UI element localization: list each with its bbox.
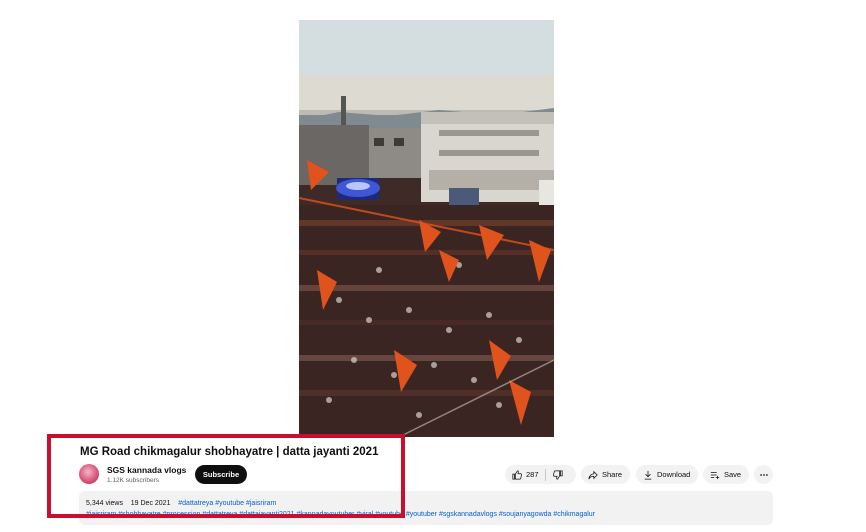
video-player[interactable] — [299, 20, 554, 437]
more-actions-button[interactable] — [754, 465, 773, 484]
dislike-button[interactable] — [552, 469, 563, 480]
description-box[interactable]: 5,344 views 19 Dec 2021 #dattatreya #you… — [79, 491, 773, 525]
like-count: 287 — [526, 470, 539, 479]
subscribe-button[interactable]: Subscribe — [195, 465, 247, 484]
save-to-playlist-icon — [710, 471, 720, 479]
share-button[interactable]: Share — [581, 465, 630, 484]
channel-name[interactable]: SGS kannada vlogs — [107, 465, 186, 475]
share-icon — [588, 470, 598, 479]
thumbs-up-icon — [512, 469, 522, 480]
download-label: Download — [657, 470, 691, 479]
channel-avatar[interactable] — [79, 464, 99, 484]
save-label: Save — [724, 470, 742, 479]
subscriber-count: 1.12K subscribers — [107, 477, 160, 484]
download-button[interactable]: Download — [636, 465, 698, 484]
like-button[interactable]: 287 — [512, 469, 539, 480]
share-label: Share — [602, 470, 623, 479]
upload-date: 19 Dec 2021 — [130, 500, 171, 507]
video-frame-image — [299, 20, 554, 437]
save-button[interactable]: Save — [703, 465, 749, 484]
like-divider — [544, 468, 546, 481]
video-title: MG Road chikmagalur shobhayatre | datta … — [80, 446, 379, 458]
description-hashtags[interactable]: #jaisriram #shobhayatre #procession #dat… — [86, 511, 595, 518]
view-count: 5,344 views — [86, 500, 123, 507]
like-dislike-group: 287 — [505, 465, 576, 484]
thumbs-down-icon — [552, 469, 563, 480]
description-meta: 5,344 views 19 Dec 2021 #dattatreya #you… — [86, 500, 276, 507]
download-icon — [644, 470, 652, 480]
inline-hashtags[interactable]: #dattatreya #youtube #jaisriram — [178, 500, 276, 507]
more-horizontal-icon — [759, 473, 768, 476]
